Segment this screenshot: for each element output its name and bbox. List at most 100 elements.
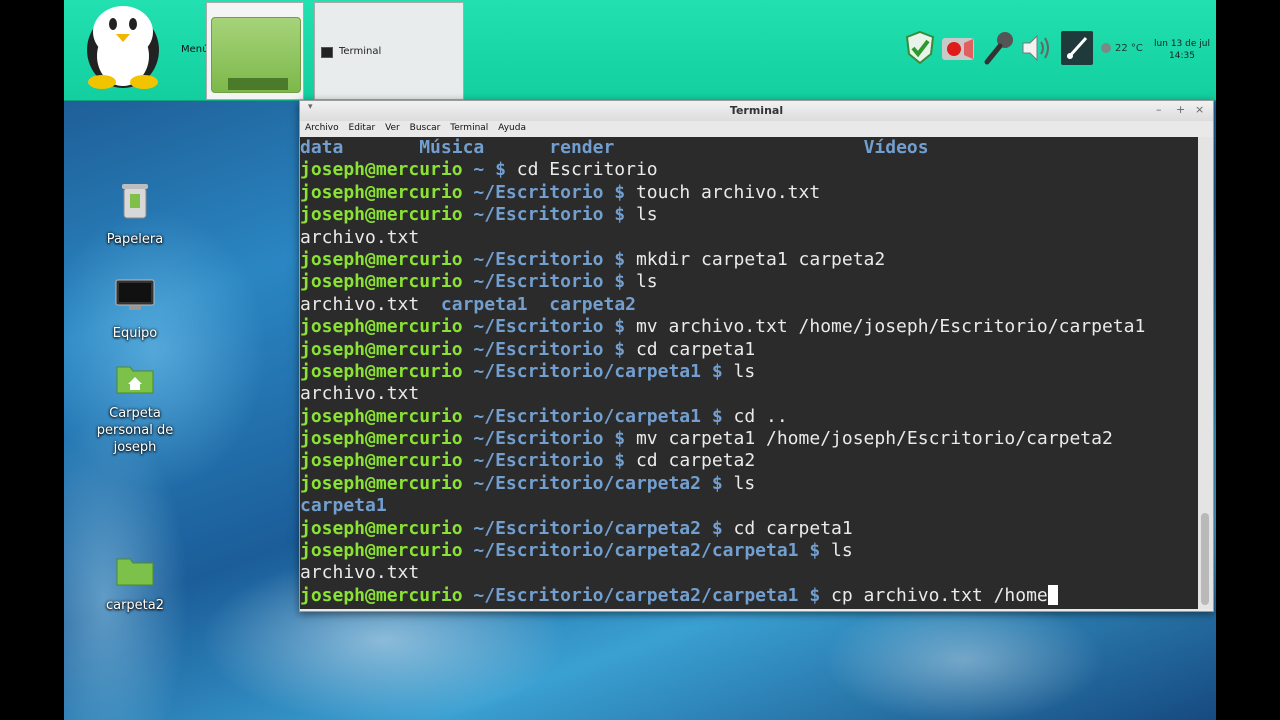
- clock-date: lun 13 de jul: [1154, 39, 1210, 49]
- prompt-path: ~/Escritorio/carpeta1: [473, 405, 701, 427]
- prompt-symbol: $: [603, 428, 636, 450]
- prompt-path: ~/Escritorio/carpeta2: [473, 472, 701, 494]
- dir-entry: Música: [419, 137, 485, 158]
- prompt-symbol: $: [603, 316, 636, 338]
- desktop: Menú Terminal 22 °C lun 13 de jul 14:35 …: [64, 0, 1216, 720]
- command-text: ls: [831, 540, 853, 562]
- maximize-button[interactable]: +: [1176, 103, 1185, 116]
- command-text: ls: [733, 360, 756, 382]
- desktop-icon-equipo[interactable]: Equipo: [80, 278, 190, 342]
- computer-icon: [115, 279, 155, 310]
- prompt-user: joseph@mercurio: [300, 472, 463, 494]
- menu-buscar[interactable]: Buscar: [410, 121, 441, 133]
- prompt-symbol: $: [798, 584, 832, 606]
- output-text: archivo.txt: [300, 562, 420, 584]
- dir-entry: carpeta2: [549, 293, 636, 315]
- prompt-path: ~/Escritorio: [473, 316, 604, 338]
- prompt-user: joseph@mercurio: [300, 405, 463, 427]
- window-title: Terminal: [729, 104, 784, 117]
- prompt-user: joseph@mercurio: [300, 450, 463, 472]
- window-titlebar[interactable]: ▾ Terminal – + ×: [300, 101, 1213, 121]
- prompt-path: ~/Escritorio/carpeta2/carpeta1: [473, 584, 799, 606]
- terminal-scrollbar[interactable]: [1198, 137, 1213, 609]
- terminal-output[interactable]: data Música render Vídeos joseph@mercuri…: [300, 137, 1198, 609]
- prompt-symbol: $: [798, 540, 832, 562]
- desktop-icon-carpeta-personal[interactable]: Carpeta personal de joseph: [80, 362, 190, 456]
- dir-entry: carpeta1: [300, 495, 387, 517]
- desktop-icon-papelera[interactable]: Papelera: [80, 182, 190, 248]
- command-text: cd carpeta2: [635, 450, 756, 472]
- prompt-user: joseph@mercurio: [300, 584, 463, 606]
- menu-archivo[interactable]: Archivo: [305, 121, 339, 133]
- record-icon[interactable]: [940, 30, 976, 66]
- window-menubar: Archivo Editar Ver Buscar Terminal Ayuda: [300, 121, 1213, 137]
- desktop-icon-label: Equipo: [112, 326, 158, 341]
- menu-ver[interactable]: Ver: [385, 121, 400, 133]
- prompt-symbol: $: [700, 360, 734, 382]
- terminal-output-line: archivo.txt: [300, 562, 1198, 584]
- prompt-user: joseph@mercurio: [300, 204, 463, 226]
- terminal-command-line: joseph@mercurio ~/Escritorio/carpeta1 $ …: [300, 406, 1198, 428]
- minimize-button[interactable]: –: [1156, 103, 1162, 116]
- prompt-path: ~/Escritorio/carpeta1: [473, 360, 701, 382]
- desktop-icon-carpeta2[interactable]: carpeta2: [80, 554, 190, 614]
- microphone-icon[interactable]: [982, 30, 1016, 66]
- network-icon[interactable]: [1060, 30, 1094, 66]
- shield-icon[interactable]: [904, 30, 936, 66]
- prompt-path: ~/Escritorio: [473, 248, 604, 270]
- terminal-command-line: joseph@mercurio ~/Escritorio/carpeta2 $ …: [300, 518, 1198, 540]
- folder-icon: [116, 558, 154, 586]
- dir-entry: carpeta1: [440, 293, 528, 315]
- command-text: mv archivo.txt /home/joseph/Escritorio/c…: [635, 316, 1146, 338]
- command-text: cd ..: [733, 405, 788, 427]
- prompt-user: joseph@mercurio: [300, 338, 463, 360]
- command-text: cd Escritorio: [516, 159, 658, 181]
- home-folder-icon: [116, 366, 154, 394]
- taskbar-item-terminal[interactable]: Terminal: [314, 2, 464, 100]
- prompt-user: joseph@mercurio: [300, 159, 463, 181]
- command-text: touch archivo.txt: [635, 181, 821, 203]
- prompt-path: ~/Escritorio/carpeta2/carpeta1: [473, 540, 799, 562]
- prompt-user: joseph@mercurio: [300, 428, 463, 450]
- dir-entry: data: [300, 137, 344, 158]
- terminal-output-line: carpeta1: [300, 495, 1198, 517]
- output-text: archivo.txt: [300, 383, 420, 405]
- prompt-symbol: $: [484, 159, 517, 181]
- taskbar-window-preview[interactable]: [206, 2, 304, 100]
- output-text: archivo.txt: [300, 293, 420, 315]
- prompt-symbol: $: [603, 450, 636, 472]
- terminal-icon: [321, 47, 333, 58]
- command-text: cd carpeta1: [635, 338, 756, 360]
- command-text: ls: [635, 204, 658, 226]
- terminal-command-line: joseph@mercurio ~/Escritorio/carpeta2/ca…: [300, 540, 1198, 562]
- volume-icon[interactable]: [1020, 30, 1054, 66]
- desktop-icon-label: Papelera: [106, 232, 164, 247]
- window-thumbnail: [211, 17, 301, 93]
- prompt-user: joseph@mercurio: [300, 540, 463, 562]
- prompt-symbol: $: [603, 204, 636, 226]
- prompt-user: joseph@mercurio: [300, 360, 463, 382]
- prompt-path: ~/Escritorio: [473, 450, 604, 472]
- terminal-command-line: joseph@mercurio ~/Escritorio/carpeta2/ca…: [300, 584, 1198, 607]
- close-button[interactable]: ×: [1195, 103, 1204, 116]
- clock-time: 14:35: [1169, 51, 1195, 61]
- weather-temperature: 22 °C: [1115, 43, 1143, 54]
- desktop-icon-label: Carpeta personal de joseph: [96, 406, 174, 455]
- menu-terminal[interactable]: Terminal: [450, 121, 488, 133]
- command-text: mkdir carpeta1 carpeta2: [635, 248, 886, 270]
- terminal-command-line: joseph@mercurio ~/Escritorio $ cd carpet…: [300, 450, 1198, 472]
- prompt-symbol: $: [700, 472, 734, 494]
- command-text: cp archivo.txt /home: [831, 584, 1048, 606]
- command-text: ls: [733, 472, 756, 494]
- prompt-user: joseph@mercurio: [300, 271, 463, 293]
- menu-editar[interactable]: Editar: [349, 121, 376, 133]
- terminal-command-line: joseph@mercurio ~/Escritorio $ mkdir car…: [300, 249, 1198, 271]
- scrollbar-thumb[interactable]: [1201, 513, 1209, 605]
- clock[interactable]: lun 13 de jul 14:35: [1150, 38, 1214, 62]
- prompt-symbol: $: [603, 248, 636, 270]
- menu-ayuda[interactable]: Ayuda: [498, 121, 526, 133]
- output-text: archivo.txt: [300, 226, 420, 248]
- menu-button[interactable]: Menú: [70, 0, 210, 100]
- command-text: ls: [635, 271, 658, 293]
- terminal-output-line: archivo.txt carpeta1 carpeta2: [300, 294, 1198, 316]
